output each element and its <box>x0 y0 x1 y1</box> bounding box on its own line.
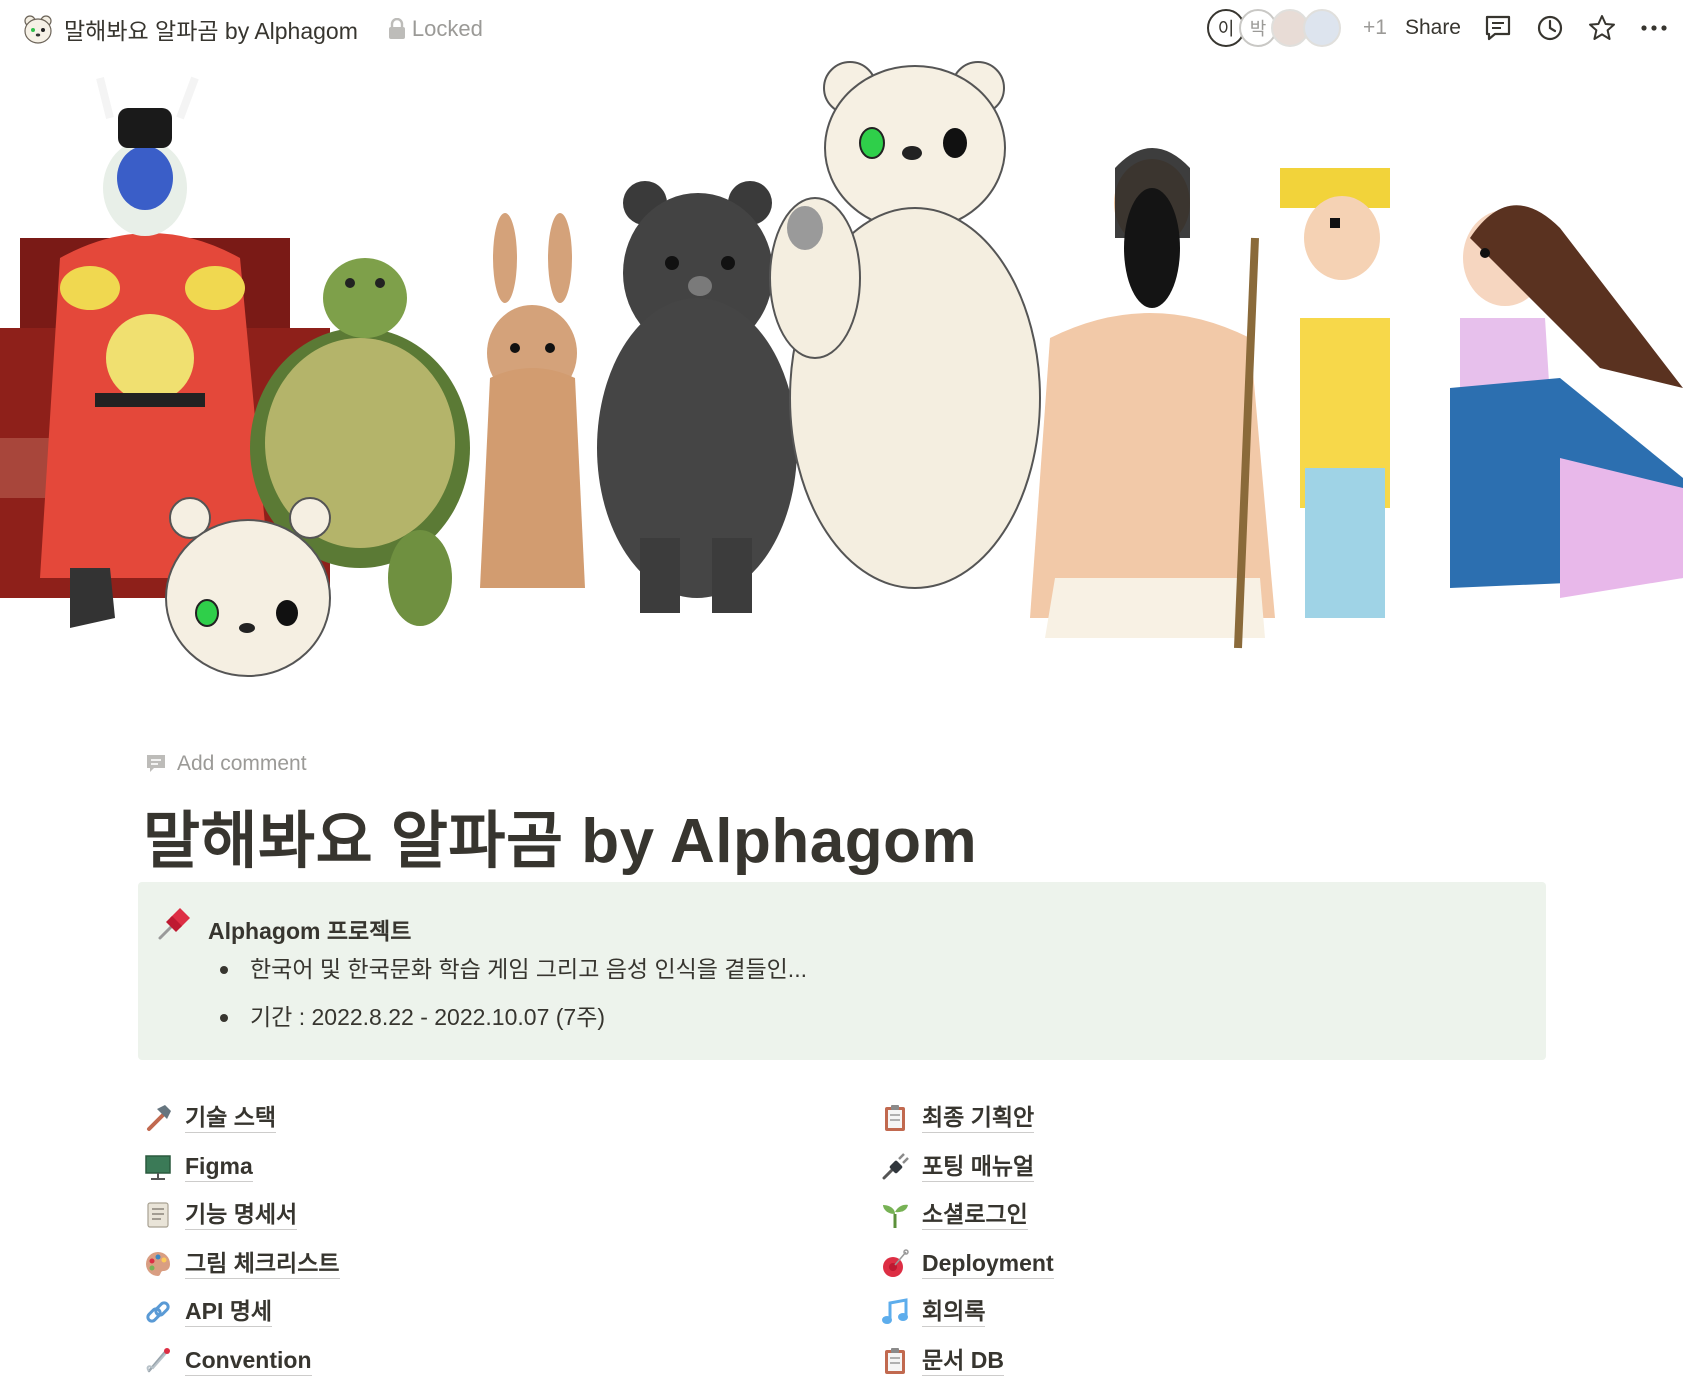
music-notes-icon <box>880 1297 910 1327</box>
page-link-label: 그림 체크리스트 <box>185 1249 340 1279</box>
yoyo-icon <box>880 1249 910 1279</box>
link-column-right: 최종 기획안 포팅 매뉴얼 소셜로그인 Deployment <box>880 1094 1480 1385</box>
page-link-convention[interactable]: Convention <box>143 1337 743 1385</box>
waving-polar-bear-figure <box>770 62 1040 588</box>
breadcrumb: 말해봐요 알파곰 by Alphagom Locked <box>22 12 483 46</box>
safety-pin-icon <box>143 1346 173 1376</box>
clipboard-icon <box>880 1346 910 1376</box>
page-link-document-db[interactable]: 문서 DB <box>880 1337 1480 1385</box>
hammer-icon <box>143 1103 173 1133</box>
add-comment-label: Add comment <box>177 752 307 776</box>
callout-title: Alphagom 프로젝트 <box>208 912 411 946</box>
bear-face-icon[interactable] <box>22 13 54 45</box>
page-link-label: API 명세 <box>185 1297 272 1327</box>
cover-image <box>0 58 1683 718</box>
share-button[interactable]: Share <box>1405 16 1461 40</box>
polar-bear-head-figure <box>166 498 330 676</box>
page-link-api-spec[interactable]: API 명세 <box>143 1288 743 1337</box>
presentation-board-icon <box>143 1152 173 1182</box>
page-link-deployment[interactable]: Deployment <box>880 1240 1480 1289</box>
breadcrumb-page-title[interactable]: 말해봐요 알파곰 by Alphagom <box>64 12 358 46</box>
page-link-figma[interactable]: Figma <box>143 1143 743 1192</box>
list-item: 기간 : 2022.8.22 - 2022.10.07 (7주) <box>208 1000 807 1048</box>
comment-icon <box>145 753 167 775</box>
boy-figure <box>1280 168 1390 618</box>
sage-figure <box>1030 148 1275 648</box>
page-link-label: 기능 명세서 <box>185 1200 297 1230</box>
lock-label: Locked <box>412 16 483 42</box>
page-link-label: 회의록 <box>922 1297 985 1327</box>
page-link-final-plan[interactable]: 최종 기획안 <box>880 1094 1480 1143</box>
add-comment-button[interactable]: Add comment <box>145 752 307 776</box>
star-icon[interactable] <box>1587 13 1617 43</box>
lock-status[interactable]: Locked <box>388 16 483 42</box>
callout-bullet-list: 한국어 및 한국문화 학습 게임 그리고 음성 인식을 곁들인... 기간 : … <box>208 952 807 1048</box>
pushpin-icon[interactable] <box>156 904 194 942</box>
page-link-label: 문서 DB <box>922 1346 1004 1376</box>
collaborator-avatars[interactable]: 이 박 <box>1213 9 1341 47</box>
page-link-feature-spec[interactable]: 기능 명세서 <box>143 1191 743 1240</box>
page-link-label: Convention <box>185 1346 312 1376</box>
page-link-label: Deployment <box>922 1249 1054 1279</box>
link-column-left: 기술 스택 Figma 기능 명세서 그림 체크리스트 <box>143 1094 743 1385</box>
clock-history-icon[interactable] <box>1535 13 1565 43</box>
page-link-drawing-checklist[interactable]: 그림 체크리스트 <box>143 1240 743 1289</box>
page-link-tech-stack[interactable]: 기술 스택 <box>143 1094 743 1143</box>
page-link-label: 포팅 매뉴얼 <box>922 1152 1034 1182</box>
plug-icon <box>880 1152 910 1182</box>
page-title[interactable]: 말해봐요 알파곰 by Alphagom <box>143 790 977 880</box>
clipboard-icon <box>880 1103 910 1133</box>
palette-icon <box>143 1249 173 1279</box>
comment-icon[interactable] <box>1483 13 1513 43</box>
page-link-label: Figma <box>185 1152 253 1182</box>
rabbit-figure <box>480 213 585 588</box>
page-link-social-login[interactable]: 소셜로그인 <box>880 1191 1480 1240</box>
top-bar: 말해봐요 알파곰 by Alphagom Locked 이 박 +1 Share <box>0 0 1683 58</box>
page-link-label: 최종 기획안 <box>922 1103 1034 1133</box>
girl-hanbok-figure <box>1450 205 1683 598</box>
black-bear-figure <box>597 181 797 613</box>
page-link-label: 기술 스택 <box>185 1103 276 1133</box>
page-link-porting-manual[interactable]: 포팅 매뉴얼 <box>880 1143 1480 1192</box>
seedling-icon <box>880 1200 910 1230</box>
lock-icon <box>388 18 406 40</box>
scroll-icon <box>143 1200 173 1230</box>
avatar[interactable] <box>1303 9 1341 47</box>
more-collaborators-count[interactable]: +1 <box>1363 16 1387 40</box>
top-bar-actions: 이 박 +1 Share <box>1213 8 1683 48</box>
chain-link-icon <box>143 1297 173 1327</box>
page-link-meeting-notes[interactable]: 회의록 <box>880 1288 1480 1337</box>
more-options-icon[interactable] <box>1639 13 1669 43</box>
callout-block[interactable]: Alphagom 프로젝트 한국어 및 한국문화 학습 게임 그리고 음성 인식… <box>138 882 1546 1060</box>
page-link-label: 소셜로그인 <box>922 1200 1028 1230</box>
list-item: 한국어 및 한국문화 학습 게임 그리고 음성 인식을 곁들인... <box>208 952 807 1000</box>
